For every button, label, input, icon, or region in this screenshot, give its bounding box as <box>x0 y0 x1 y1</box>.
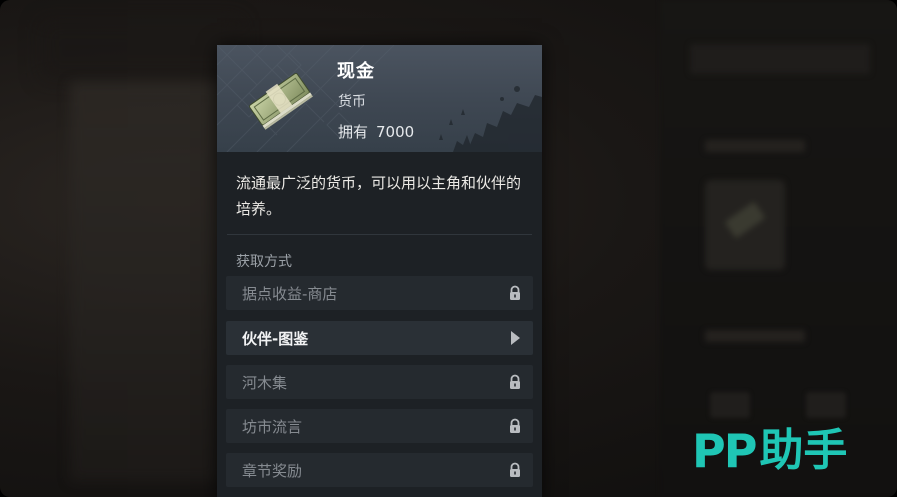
divider <box>227 234 532 235</box>
background-button <box>806 392 846 418</box>
background-item-slot <box>705 180 785 270</box>
owned-value: 7000 <box>376 123 415 141</box>
watermark-chinese: 助手 <box>759 425 848 476</box>
item-header: 现金 货币 拥有 7000 <box>217 45 542 152</box>
background-button <box>710 392 750 418</box>
background-panel-text <box>705 330 805 342</box>
owned-label: 拥有 <box>338 123 369 141</box>
watermark-latin: PP <box>692 424 757 478</box>
game-screen: 现金 货币 拥有 7000 流通最广泛的货币，可以用以主角和伙伴的培养。 获取方式… <box>0 0 897 497</box>
background-scene-left <box>70 82 220 482</box>
acquisition-title: 获取方式 <box>236 254 292 270</box>
cash-bundle-icon <box>249 73 313 130</box>
arrow-right-icon <box>511 331 520 345</box>
lock-icon <box>510 462 520 477</box>
lock-icon <box>510 374 520 389</box>
item-description: 流通最广泛的货币，可以用以主角和伙伴的培养。 <box>236 174 522 218</box>
acquisition-source-item: 坊市流言 <box>226 409 533 443</box>
acquisition-source-item: 章节奖励 <box>226 453 533 487</box>
source-label: 河木集 <box>242 374 288 392</box>
acquisition-source-item[interactable]: 伙伴-图鉴 <box>226 321 533 355</box>
item-name: 现金 <box>337 61 375 82</box>
acquisition-source-item: 据点收益-商店 <box>226 276 533 310</box>
item-tooltip-panel: 现金 货币 拥有 7000 流通最广泛的货币，可以用以主角和伙伴的培养。 获取方式… <box>217 45 542 497</box>
source-label: 伙伴-图鉴 <box>242 330 309 348</box>
acquisition-source-item: 河木集 <box>226 365 533 399</box>
source-label: 据点收益-商店 <box>242 285 338 303</box>
background-scene-top <box>40 20 240 80</box>
item-type: 货币 <box>338 94 366 110</box>
lock-icon <box>510 418 520 433</box>
lock-icon <box>510 285 520 300</box>
background-panel-text <box>705 140 805 152</box>
pp-assistant-watermark: PP 助手 <box>692 423 847 479</box>
source-label: 章节奖励 <box>242 462 303 480</box>
source-label: 坊市流言 <box>242 418 303 436</box>
item-owned-count: 拥有 7000 <box>338 121 414 142</box>
background-panel-title <box>690 44 870 74</box>
